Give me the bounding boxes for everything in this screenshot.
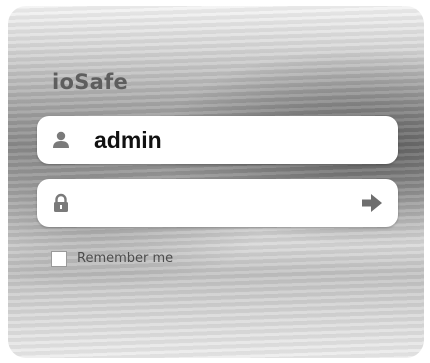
- remember-me-label[interactable]: Remember me: [77, 251, 173, 266]
- username-value[interactable]: admin: [94, 127, 162, 154]
- password-field[interactable]: [37, 179, 398, 227]
- login-panel: ioSafe admin Remember me: [8, 6, 424, 358]
- username-field[interactable]: admin: [37, 116, 398, 164]
- user-icon: [50, 129, 72, 151]
- password-input[interactable]: [87, 187, 351, 221]
- remember-me-checkbox[interactable]: [51, 251, 67, 267]
- arrow-right-icon[interactable]: [360, 192, 384, 214]
- brand-title: ioSafe: [52, 70, 129, 94]
- lock-icon: [50, 192, 72, 214]
